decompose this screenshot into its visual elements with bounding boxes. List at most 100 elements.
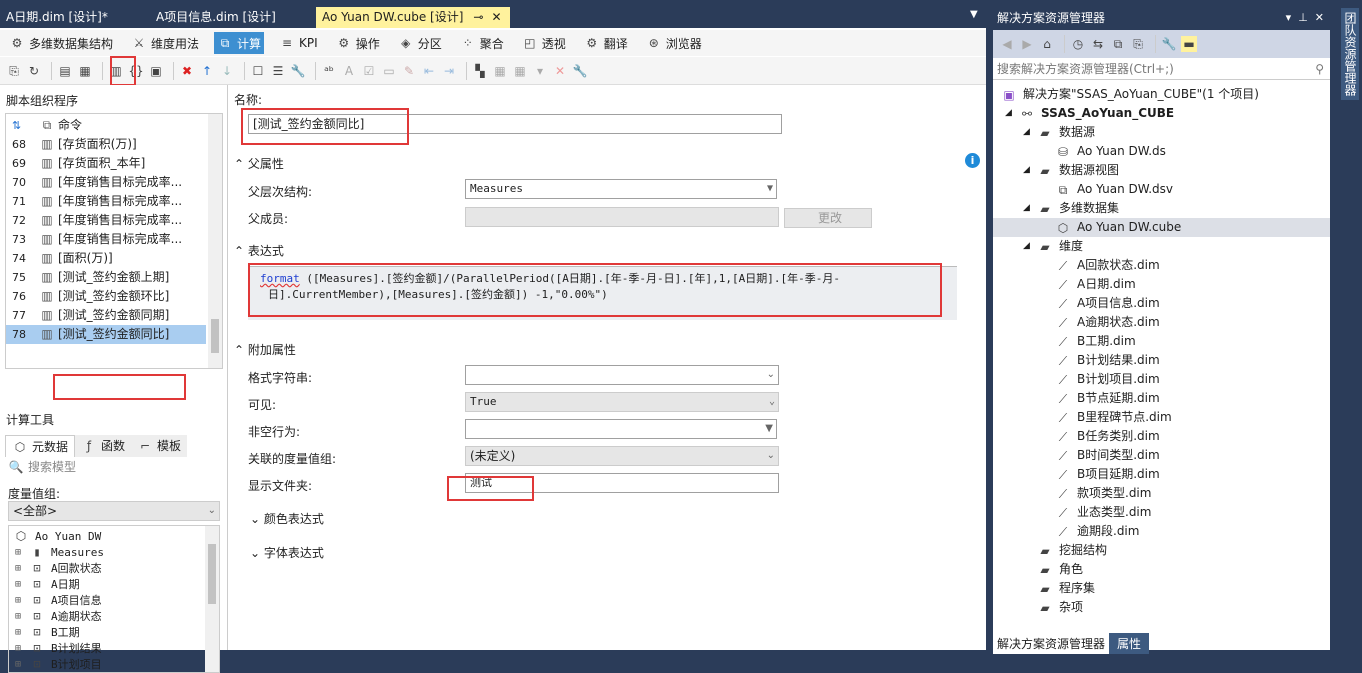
designer-tab-7[interactable]: ◰透视 bbox=[519, 32, 569, 54]
expanded-arrow-icon[interactable]: ◢ bbox=[1023, 123, 1035, 142]
designer-tab-3[interactable]: ≡KPI bbox=[276, 32, 321, 54]
list-item[interactable]: 76▥[测试_签约金额环比] bbox=[6, 287, 206, 306]
solution-tree-item[interactable]: ◢▰数据源 bbox=[1037, 123, 1095, 142]
change-button[interactable]: 更改 bbox=[784, 208, 872, 228]
tab-metadata[interactable]: ⬡元数据 bbox=[5, 435, 75, 457]
pin-icon[interactable]: ⊥ bbox=[1298, 11, 1308, 24]
parent-hierarchy-select[interactable]: Measures▼ bbox=[465, 179, 777, 199]
stop-icon[interactable]: ✕ bbox=[552, 63, 568, 79]
tree-node[interactable]: ⊞⊡B计划项目 bbox=[15, 656, 102, 672]
settings-icon[interactable]: 🔧 bbox=[572, 63, 588, 79]
list-item[interactable]: 78▥[测试_签约金额同比] bbox=[6, 325, 206, 344]
solution-tree-item[interactable]: ◢▰数据源视图 bbox=[1037, 161, 1119, 180]
scrollbar[interactable] bbox=[208, 114, 222, 368]
expression-section-toggle[interactable]: ⌃ 表达式 bbox=[234, 242, 284, 259]
debug-icon[interactable]: ▚ bbox=[472, 63, 488, 79]
solution-tree-item[interactable]: ⟋B计划项目.dim bbox=[1055, 370, 1160, 389]
tab-solution-explorer[interactable]: 解决方案资源管理器 bbox=[993, 633, 1109, 654]
solution-tree-item[interactable]: ⟋B时间类型.dim bbox=[1055, 446, 1160, 465]
solution-tree-item[interactable]: ⟋B工期.dim bbox=[1055, 332, 1136, 351]
collapse-all-icon[interactable]: ⧉ bbox=[1110, 36, 1126, 52]
font-expressions-toggle[interactable]: ⌄ 字体表达式 bbox=[250, 544, 324, 561]
expanded-arrow-icon[interactable]: ◢ bbox=[1005, 104, 1017, 123]
list-item[interactable]: 75▥[测试_签约金额上期] bbox=[6, 268, 206, 287]
list-item[interactable]: 77▥[测试_签约金额同期] bbox=[6, 306, 206, 325]
tab-functions[interactable]: ƒ函数 bbox=[75, 435, 131, 457]
solution-tree-item[interactable]: ⟋B任务类别.dim bbox=[1055, 427, 1160, 446]
tab-cube-design[interactable]: Ao Yuan DW.cube [设计]⊸✕ bbox=[316, 7, 510, 28]
script-view-icon[interactable]: ▤ bbox=[57, 63, 73, 79]
comment-icon[interactable]: ▭ bbox=[381, 63, 397, 79]
list-item[interactable]: 72▥[年度销售目标完成率... bbox=[6, 211, 206, 230]
solution-tree-item[interactable]: ▣解决方案"SSAS_AoYuan_CUBE"(1 个项目) bbox=[1001, 85, 1259, 104]
designer-tab-4[interactable]: ⚙操作 bbox=[333, 32, 383, 54]
calc-properties-icon[interactable]: ☰ bbox=[270, 63, 286, 79]
solution-tree-item[interactable]: ⟋B里程碑节点.dim bbox=[1055, 408, 1172, 427]
grid-icon[interactable]: ▦ bbox=[492, 63, 508, 79]
window-icon[interactable]: ☐ bbox=[250, 63, 266, 79]
solution-tree-item[interactable]: ⟋A项目信息.dim bbox=[1055, 294, 1160, 313]
font-icon[interactable]: A bbox=[341, 63, 357, 79]
pin-icon[interactable]: ⊸ bbox=[473, 10, 483, 24]
designer-tab-2[interactable]: ⧉计算 bbox=[214, 32, 264, 54]
tab-a-project-info-dim[interactable]: A项目信息.dim [设计] bbox=[150, 7, 282, 28]
properties-icon[interactable]: 🔧 bbox=[1161, 36, 1177, 52]
forward-icon[interactable]: ▶ bbox=[1019, 36, 1035, 52]
solution-tree-item[interactable]: ◢▰多维数据集 bbox=[1037, 199, 1119, 218]
solution-tree-item[interactable]: ▰挖掘结构 bbox=[1037, 541, 1107, 560]
sync-icon[interactable]: ⇆ bbox=[1090, 36, 1106, 52]
move-down-icon[interactable]: ↓ bbox=[219, 63, 235, 79]
script-command-icon[interactable]: ▣ bbox=[148, 63, 164, 79]
list-item[interactable]: 68▥[存货面积(万)] bbox=[6, 135, 206, 154]
outdent-icon[interactable]: ⇤ bbox=[421, 63, 437, 79]
designer-tab-9[interactable]: ⊛浏览器 bbox=[643, 32, 705, 54]
show-all-icon[interactable]: ⎘ bbox=[1130, 36, 1146, 52]
solution-tree-item[interactable]: ⟋款项类型.dim bbox=[1055, 484, 1151, 503]
refresh-icon[interactable]: ↻ bbox=[26, 63, 42, 79]
list-item[interactable]: 70▥[年度销售目标完成率... bbox=[6, 173, 206, 192]
info-icon[interactable]: i bbox=[965, 153, 980, 168]
parent-section-toggle[interactable]: ⌃ 父属性 bbox=[234, 155, 284, 172]
solution-tree-item[interactable]: ⟋A日期.dim bbox=[1055, 275, 1136, 294]
grid-down-icon[interactable]: ▾ bbox=[532, 63, 548, 79]
solution-tree-item[interactable]: ◢▰维度 bbox=[1037, 237, 1083, 256]
edit-icon[interactable]: ☑ bbox=[361, 63, 377, 79]
expanded-arrow-icon[interactable]: ◢ bbox=[1023, 199, 1035, 218]
delete-icon[interactable]: ✖ bbox=[179, 63, 195, 79]
list-item[interactable]: 69▥[存货面积_本年] bbox=[6, 154, 206, 173]
associated-measure-group-select[interactable]: (未定义)⌄ bbox=[465, 446, 779, 466]
list-item[interactable]: 71▥[年度销售目标完成率... bbox=[6, 192, 206, 211]
expanded-arrow-icon[interactable]: ◢ bbox=[1023, 237, 1035, 256]
tab-templates[interactable]: ⌐模板 bbox=[131, 435, 187, 457]
list-item[interactable]: 74▥[面积(万)] bbox=[6, 249, 206, 268]
history-icon[interactable]: ◷ bbox=[1070, 36, 1086, 52]
designer-tab-8[interactable]: ⚙翻译 bbox=[581, 32, 631, 54]
designer-tab-1[interactable]: ⚔维度用法 bbox=[128, 32, 202, 54]
tab-properties[interactable]: 属性 bbox=[1109, 633, 1149, 654]
solution-tree-item[interactable]: ⟋A逾期状态.dim bbox=[1055, 313, 1160, 332]
solution-tree-item[interactable]: ⟋A回款状态.dim bbox=[1055, 256, 1160, 275]
color-expressions-toggle[interactable]: ⌄ 颜色表达式 bbox=[250, 510, 324, 527]
measure-group-select[interactable]: <全部>⌄ bbox=[8, 501, 220, 521]
solution-tree-item[interactable]: ⟋B项目延期.dim bbox=[1055, 465, 1160, 484]
solution-tree-item[interactable]: ⧉Ao Yuan DW.dsv bbox=[1055, 180, 1173, 199]
expanded-arrow-icon[interactable]: ◢ bbox=[1023, 161, 1035, 180]
home-icon[interactable]: ⌂ bbox=[1039, 36, 1055, 52]
scrollbar[interactable] bbox=[205, 526, 219, 672]
form-view-icon[interactable]: ▦ bbox=[77, 63, 93, 79]
solution-tree-item[interactable]: ◢⚯SSAS_AoYuan_CUBE bbox=[1019, 104, 1174, 123]
solution-tree-item[interactable]: ▰杂项 bbox=[1037, 598, 1083, 617]
solution-tree-item[interactable]: ⟋B计划结果.dim bbox=[1055, 351, 1160, 370]
list-item[interactable]: 73▥[年度销售目标完成率... bbox=[6, 230, 206, 249]
team-explorer-side-tab[interactable]: 团队资源管理器 bbox=[1341, 8, 1359, 100]
new-icon[interactable]: ⎘ bbox=[6, 63, 22, 79]
designer-tab-0[interactable]: ⚙多维数据集结构 bbox=[6, 32, 116, 54]
solution-tree-item[interactable]: ⟋B节点延期.dim bbox=[1055, 389, 1160, 408]
format-string-select[interactable]: ⌄ bbox=[465, 365, 779, 385]
grid-add-icon[interactable]: ▦ bbox=[512, 63, 528, 79]
solution-tree-item[interactable]: ⟋业态类型.dim bbox=[1055, 503, 1151, 522]
back-icon[interactable]: ◀ bbox=[999, 36, 1015, 52]
visible-select[interactable]: True⌄ bbox=[465, 392, 779, 412]
designer-tab-6[interactable]: ⁘聚合 bbox=[457, 32, 507, 54]
designer-tab-5[interactable]: ◈分区 bbox=[395, 32, 445, 54]
